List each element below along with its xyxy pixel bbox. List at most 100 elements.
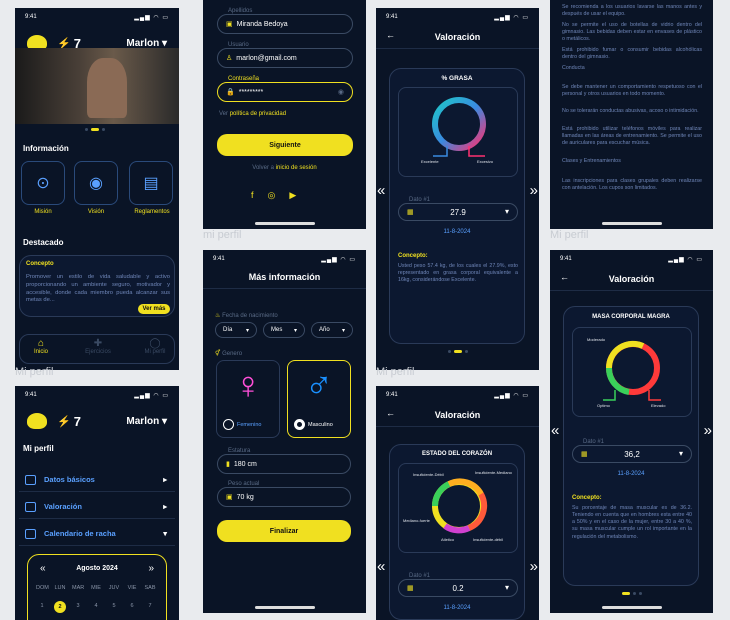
username-field[interactable]: Usuario ♙ marlon@gmail.com xyxy=(217,42,353,68)
mision-label: Misión xyxy=(34,209,52,215)
youtube-icon[interactable]: ▶ xyxy=(289,190,296,201)
menu-calendario[interactable]: Calendario de racha ▾ xyxy=(19,522,175,546)
status-icons: ▂▄▆ ◠ ▭ xyxy=(494,15,529,21)
height-field[interactable]: Estatura ▮ 180 cm xyxy=(217,448,351,474)
status-time: 9:41 xyxy=(25,392,37,398)
profile-screen: 9:41 ▂▄▆ ◠ ▭ ⚡ 7 Marlon ▾ Mi perfil Datos… xyxy=(15,386,179,620)
chevron-down-icon: ▾ xyxy=(504,207,509,216)
user-menu[interactable]: Marlon ▾ xyxy=(126,38,167,49)
year-select[interactable]: Año ▾ xyxy=(311,322,353,338)
legend-atletico: Atletico xyxy=(441,537,455,542)
dato-select[interactable]: Dato #1 ▦ 27.9 ▾ xyxy=(398,197,518,221)
user-menu[interactable]: Marlon ▾ xyxy=(126,416,167,427)
legend-excesivo: Excesivo xyxy=(477,159,494,164)
calendar-date[interactable]: 3 xyxy=(72,603,84,609)
weekday-label: VIE xyxy=(127,585,137,591)
ruler-icon: ▮ xyxy=(226,461,230,468)
header-divider xyxy=(550,290,713,291)
info-card-vision[interactable]: ◉ xyxy=(74,161,118,205)
concept-title: Concepto: xyxy=(398,253,428,259)
chevron-down-icon: ▾ xyxy=(341,327,345,334)
month-select[interactable]: Mes ▾ xyxy=(263,322,305,338)
next-chevron-icon[interactable]: » xyxy=(704,422,712,439)
dato-select[interactable]: Dato #1 ▦ 36,2 ▾ xyxy=(572,439,692,463)
rules-heading: Conducta xyxy=(562,65,585,71)
gauge-segment-right xyxy=(467,492,488,531)
menu-datos-basicos[interactable]: Datos básicos ▸ xyxy=(19,468,175,492)
login-link[interactable]: inicio de sesión xyxy=(276,165,317,171)
calendar-date[interactable]: 4 xyxy=(90,603,102,609)
nav-mi-perfil[interactable]: ◯ Mi perfil xyxy=(140,338,170,355)
dato-date: 11-8-2024 xyxy=(617,471,645,477)
next-button[interactable]: Siguiente xyxy=(217,134,353,156)
weight-field[interactable]: Peso actual ▣ 70 kg xyxy=(217,481,351,507)
card-title: MASA CORPORAL MAGRA xyxy=(592,314,670,320)
finish-button[interactable]: Finalizar xyxy=(217,520,351,542)
calendar-date[interactable]: 1 xyxy=(36,603,48,609)
page-title: Valoración xyxy=(608,274,655,284)
legend-moderado: Moderado xyxy=(587,337,606,342)
chevron-down-icon: ▾ xyxy=(293,327,297,334)
more-info-screen: 9:41 ▂▄▆ ◠ ▭ Más información ♨ Fecha de n… xyxy=(203,250,366,613)
prev-chevron-icon[interactable]: « xyxy=(377,558,385,575)
card-title: % GRASA xyxy=(441,75,473,82)
info-card-reglamentos[interactable]: ▤ xyxy=(129,161,173,205)
prev-chevron-icon[interactable]: « xyxy=(377,182,385,199)
gauge-segment-left xyxy=(431,481,451,507)
streak-count: 7 xyxy=(73,413,81,429)
vision-label: Visión xyxy=(87,209,105,215)
header-divider xyxy=(376,48,539,49)
athlete-figure xyxy=(87,58,127,118)
menu-valoracion[interactable]: Valoración ▸ xyxy=(19,495,175,519)
male-radio-selected[interactable] xyxy=(294,419,305,430)
gauge-frame: Insuficiente-Débil Insuficiente-Mediano … xyxy=(398,463,518,553)
day-select[interactable]: Día ▾ xyxy=(215,322,257,338)
person-icon: ♙ xyxy=(226,55,233,62)
status-icons: ▂▄▆ ◠ ▭ xyxy=(134,15,169,21)
screen-label: Mi perfil xyxy=(550,229,589,241)
register-screen: Apellidos ▣ Miranda Bedoya Usuario ♙ marlon@… xyxy=(203,0,366,229)
lastname-field[interactable]: Apellidos ▣ Miranda Bedoya xyxy=(217,8,353,34)
next-chevron-icon[interactable]: » xyxy=(530,182,538,199)
streak-calendar: « Agosto 2024 » DOM LUN MAR MIE JUV VIE … xyxy=(27,554,167,620)
male-icon: ♂ xyxy=(304,365,334,407)
weekday-label: DOM xyxy=(36,585,49,591)
carousel-dots xyxy=(622,592,642,595)
home-icon: ⌂ xyxy=(37,338,45,349)
facebook-icon[interactable]: f xyxy=(251,190,254,201)
gauge-segment-top xyxy=(447,478,484,496)
prev-chevron-icon[interactable]: « xyxy=(551,422,559,439)
status-time: 9:41 xyxy=(25,14,37,20)
next-chevron-icon[interactable]: » xyxy=(530,558,538,575)
female-radio[interactable] xyxy=(223,419,234,430)
dato-date: 11-8-2024 xyxy=(443,605,471,611)
user-icon: ◯ xyxy=(149,338,161,349)
id-card-icon xyxy=(25,474,36,485)
ver-mas-button[interactable]: Ver más xyxy=(138,304,170,314)
eye-icon[interactable]: ◉ xyxy=(338,88,344,96)
dato-value: 27.9 xyxy=(450,208,466,217)
status-time: 9:41 xyxy=(386,392,398,398)
privacy-link[interactable]: política de privacidad xyxy=(230,111,286,117)
instagram-icon[interactable]: ◎ xyxy=(268,190,276,201)
cake-icon: ♨ xyxy=(215,313,221,319)
female-option[interactable]: ♀ Femenino xyxy=(216,360,280,438)
dato-select[interactable]: Dato #1 ▦ 0.2 ▾ xyxy=(398,573,518,597)
nav-ejercicios[interactable]: ✚ Ejercicios xyxy=(82,338,114,355)
calendar-date[interactable]: 6 xyxy=(126,603,138,609)
calendar-date[interactable]: 5 xyxy=(108,603,120,609)
next-month-button[interactable]: » xyxy=(148,563,154,574)
calendar-date[interactable]: 7 xyxy=(144,603,156,609)
rules-paragraph: Se debe mantener un comportamiento respe… xyxy=(562,84,702,98)
calendar-date-selected[interactable]: 2 xyxy=(54,601,66,613)
dumbbell-icon: ✚ xyxy=(93,338,103,349)
concept-text: Su porcentaje de masa muscular es de 36.… xyxy=(572,505,692,540)
gauge-left-leg xyxy=(433,146,448,157)
info-card-mision[interactable]: ⊙ xyxy=(21,161,65,205)
male-option[interactable]: ♂ Masculino xyxy=(287,360,351,438)
status-icons: ▂▄▆ ◠ ▭ xyxy=(668,257,703,263)
chart-icon xyxy=(25,501,36,512)
nav-inicio[interactable]: ⌂ Inicio xyxy=(28,338,54,355)
gauge-frame: Moderado Optimo Elevado xyxy=(572,327,692,417)
password-field[interactable]: Contraseña 🔒 ********* ◉ xyxy=(217,76,353,102)
